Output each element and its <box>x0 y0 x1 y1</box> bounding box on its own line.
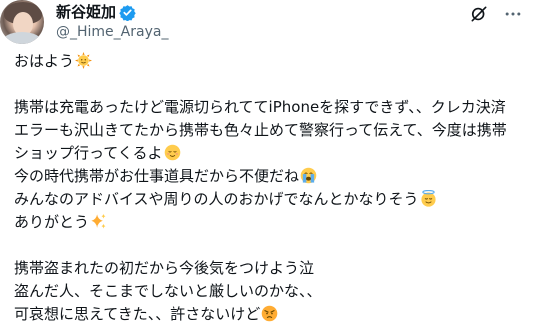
post-line-text: 携帯は充電あったけど電源切られててiPhoneを探すできず、、クレカ決済 <box>14 98 506 116</box>
sun-with-face-icon <box>75 52 93 69</box>
post-line-text: 可哀想に思えてきた、、許さないけど <box>14 305 261 323</box>
post-line-text: 携帯盗まれたの初だから今後気をつけよう泣 <box>14 259 315 277</box>
post-line-text: エラーも沢山きてたから携帯も色々止めて警察行って伝えて、今度は携帯 <box>14 121 507 139</box>
header-actions <box>457 2 525 26</box>
post-line: みんなのアドバイスや周りの人のおかげでなんとかなりそう <box>14 188 524 211</box>
post-card: 新谷姫加 @_Hime_Araya_ おはよう 携帯は充電あったけど電源切られて… <box>0 0 533 324</box>
avatar[interactable] <box>0 0 44 44</box>
author-handle[interactable]: @_Hime_Araya_ <box>56 23 168 41</box>
angry-face-icon <box>262 305 278 322</box>
author-name-text: 新谷姫加 <box>56 3 117 21</box>
grok-button[interactable] <box>467 2 491 26</box>
post-line: 今の時代携帯がお仕事道具だから不便だね <box>14 165 524 188</box>
post-line: ありがとう <box>14 211 524 234</box>
author-name[interactable]: 新谷姫加 <box>56 2 136 22</box>
post-line: 盗んだ人、そこまでしないと厳しいのかな、、 <box>14 280 524 303</box>
post-header: 新谷姫加 @_Hime_Araya_ <box>0 0 533 50</box>
relieved-face-icon <box>164 144 180 161</box>
verified-badge-icon <box>119 4 136 21</box>
halo-face-icon <box>420 190 436 207</box>
crying-face-icon <box>300 167 317 184</box>
post-line-text: 盗んだ人、そこまでしないと厳しいのかな、、 <box>14 282 322 300</box>
post-line: 携帯盗まれたの初だから今後気をつけよう泣 <box>14 257 524 280</box>
post-line: おはよう <box>14 50 524 73</box>
sparkles-icon <box>91 213 106 229</box>
post-line-text: おはよう <box>14 52 75 70</box>
more-options-button[interactable] <box>501 2 525 26</box>
post-line: 可哀想に思えてきた、、許さないけど <box>14 303 524 326</box>
post-line-text: ありがとう <box>14 213 90 231</box>
post-body: おはよう 携帯は充電あったけど電源切られててiPhoneを探すできず、、クレカ決… <box>14 50 524 326</box>
post-line: ショップ行ってくるよ <box>14 142 524 165</box>
post-line-text: 今の時代携帯がお仕事道具だから不便だね <box>14 167 300 185</box>
post-line-text: ショップ行ってくるよ <box>14 144 163 162</box>
more-options-icon <box>505 12 521 16</box>
avatar-shoulder <box>2 32 42 44</box>
post-line-text: みんなのアドバイスや周りの人のおかげでなんとかなりそう <box>14 190 419 208</box>
post-line: エラーも沢山きてたから携帯も色々止めて警察行って伝えて、今度は携帯 <box>14 119 524 142</box>
grok-icon <box>471 6 487 22</box>
post-line: 携帯は充電あったけど電源切られててiPhoneを探すできず、、クレカ決済 <box>14 96 524 119</box>
